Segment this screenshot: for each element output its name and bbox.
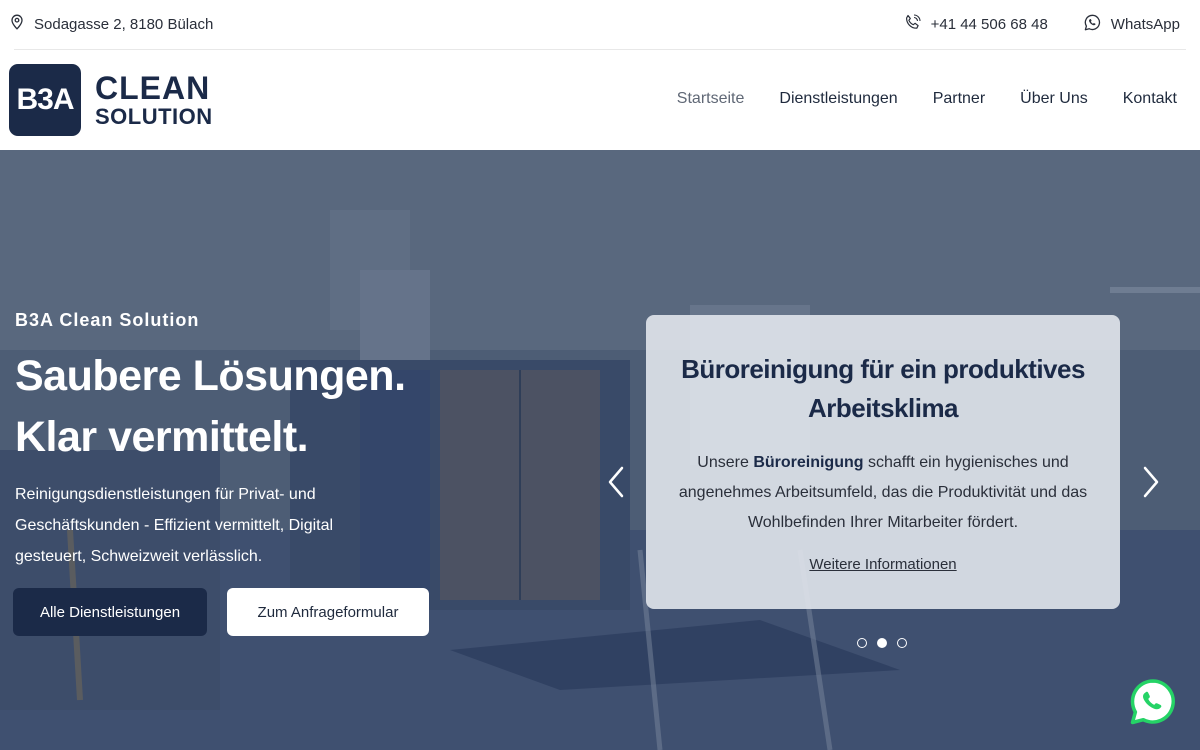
address-text: Sodagasse 2, 8180 Bülach [34, 15, 214, 33]
whatsapp-link[interactable]: WhatsApp [1084, 14, 1180, 35]
logo-line-2: SOLUTION [95, 104, 213, 129]
nav-item-startseite[interactable]: Startseite [677, 90, 745, 108]
whatsapp-float-icon[interactable] [1129, 678, 1177, 726]
phone-number: +41 44 506 68 48 [930, 16, 1048, 33]
phone-link[interactable]: +41 44 506 68 48 [904, 14, 1048, 35]
main-nav: Startseite Dienstleistungen Partner Über… [677, 90, 1177, 108]
top-bar: Sodagasse 2, 8180 Bülach +41 44 506 68 4… [0, 0, 1200, 50]
logo-mark-text: B3A [16, 83, 74, 116]
slider-card-text: Unsere Büroreinigung schafft ein hygieni… [646, 448, 1120, 538]
slider-card: Büroreinigung für ein produktives Arbeit… [646, 315, 1120, 609]
header: B3A CLEAN SOLUTION Startseite Dienstleis… [0, 50, 1200, 150]
hero-title-line-2: Klar vermittelt. [15, 413, 309, 461]
whatsapp-icon [1084, 14, 1101, 35]
hero-text: Reinigungsdienstleistungen für Privat- u… [15, 486, 334, 565]
hero: B3A Clean Solution Saubere Lösungen. Kla… [0, 150, 1200, 750]
whatsapp-label: WhatsApp [1110, 16, 1180, 33]
nav-item-ueber-uns[interactable]: Über Uns [1020, 90, 1088, 108]
hero-title-line-1: Saubere Lösungen. [15, 352, 406, 400]
slider-text-before: Unsere [697, 454, 754, 471]
all-services-button[interactable]: Alle Dienstleistungen [13, 588, 207, 636]
logo[interactable]: B3A CLEAN SOLUTION [9, 64, 213, 136]
slider-dot-3[interactable] [897, 638, 907, 648]
phone-icon [904, 14, 921, 35]
logo-mark: B3A [9, 64, 81, 136]
nav-item-dienstleistungen[interactable]: Dienstleistungen [779, 90, 897, 108]
slider-card-title: Büroreinigung für ein produktives Arbeit… [681, 354, 1085, 423]
address[interactable]: Sodagasse 2, 8180 Bülach [10, 14, 213, 34]
slider-dot-2[interactable] [877, 638, 887, 648]
slider-dots [857, 638, 907, 648]
nav-item-kontakt[interactable]: Kontakt [1123, 90, 1177, 108]
logo-line-1: CLEAN [95, 70, 211, 106]
slider-dot-1[interactable] [857, 638, 867, 648]
nav-item-partner[interactable]: Partner [933, 90, 985, 108]
more-info-link[interactable]: Weitere Informationen [809, 556, 956, 573]
chevron-right-icon[interactable] [1137, 462, 1167, 502]
slider-text-bold: Büroreinigung [753, 454, 864, 471]
hero-eyebrow: B3A Clean Solution [15, 310, 200, 330]
hero-title: Saubere Lösungen. Klar vermittelt. [15, 346, 435, 468]
request-form-button[interactable]: Zum Anfrageformular [227, 588, 429, 636]
location-pin-icon [10, 14, 24, 34]
chevron-left-icon[interactable] [602, 462, 632, 502]
